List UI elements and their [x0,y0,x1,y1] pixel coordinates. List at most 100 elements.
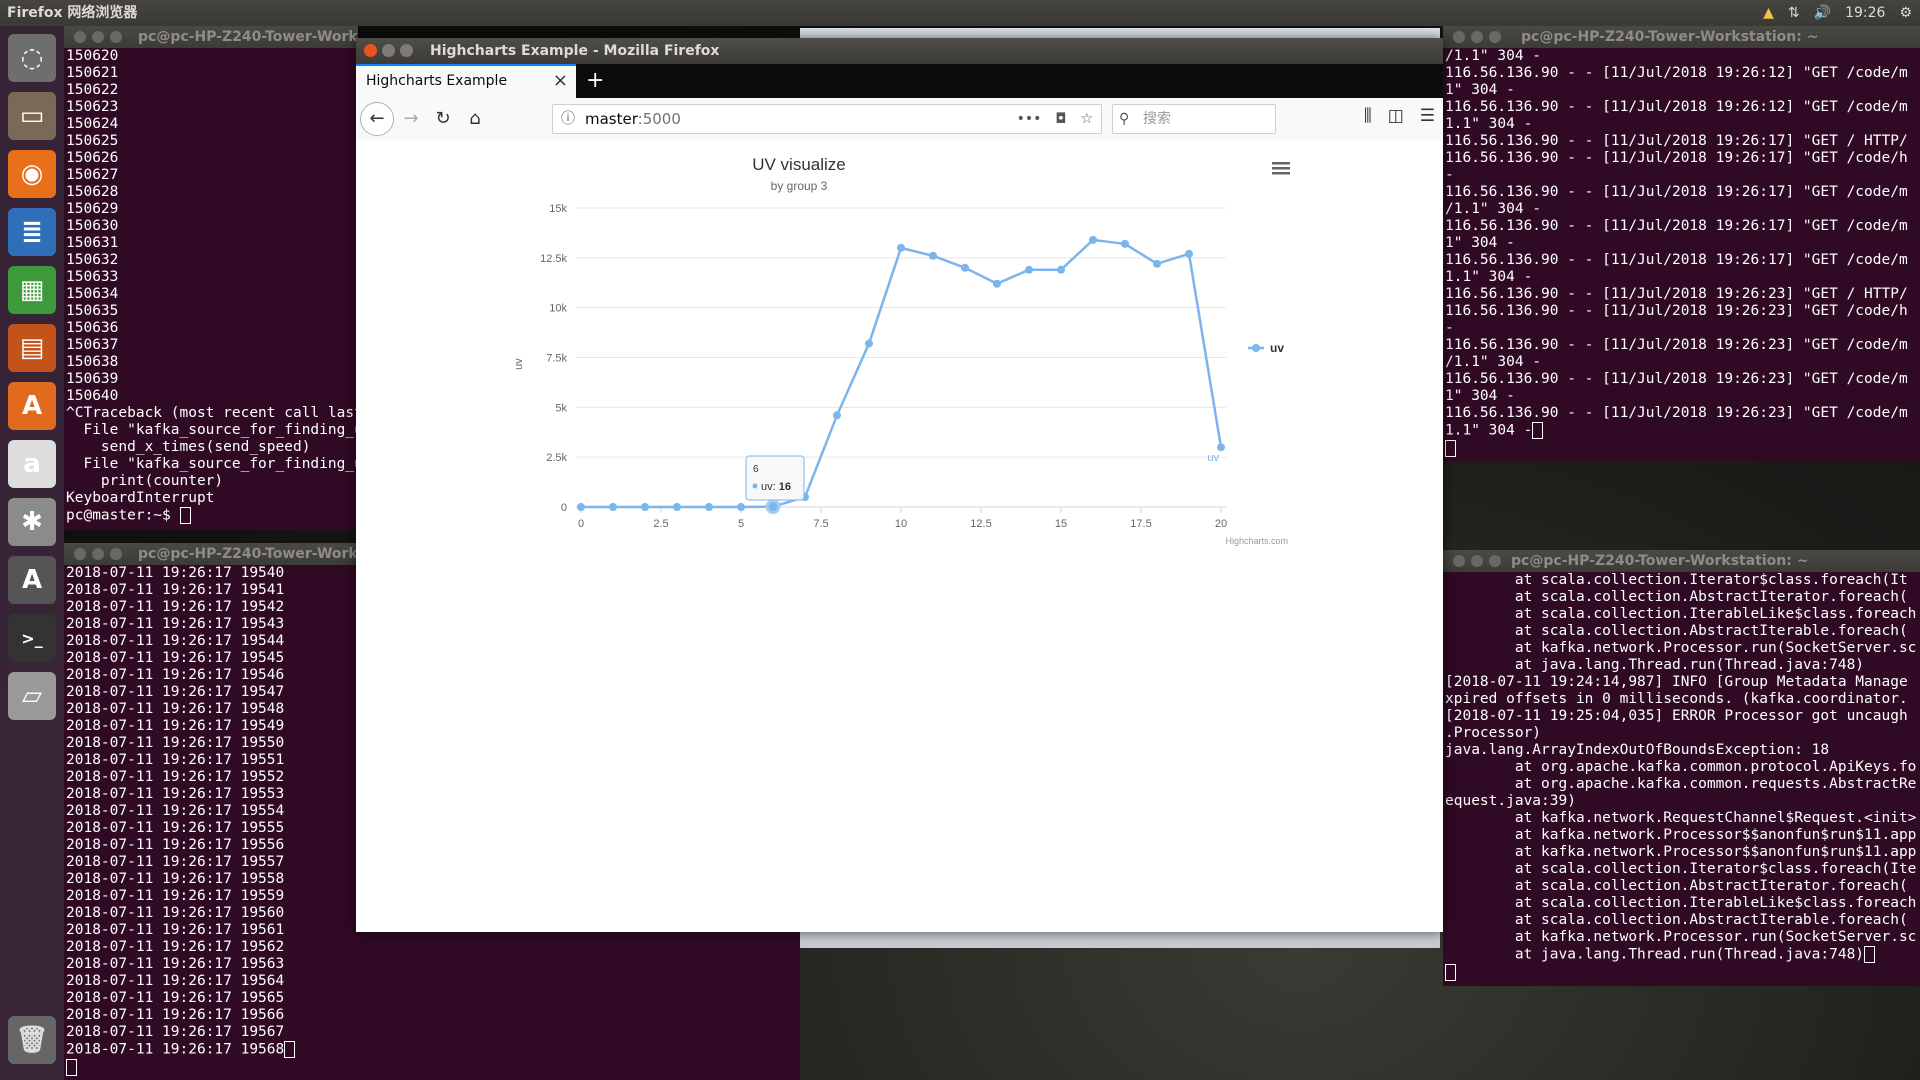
data-point[interactable] [1185,249,1193,258]
reload-icon[interactable]: ↻ [430,106,456,132]
firefox-window[interactable]: Highcharts Example - Mozilla Firefox Hig… [356,38,1443,932]
sidebar-icon[interactable]: ◫ [1388,106,1404,126]
data-point[interactable] [1217,443,1225,452]
terminal-line: equest.java:39) [1445,793,1576,809]
search-bar[interactable]: ⚲ 搜索 [1112,104,1276,134]
amazon-icon[interactable]: a [8,440,56,488]
dash-icon[interactable]: ◌ [8,34,56,82]
close-icon[interactable] [74,548,86,560]
tab-highcharts-example[interactable]: Highcharts Example × [356,64,576,98]
data-point[interactable] [1121,239,1129,248]
back-arrow-icon[interactable]: ← [360,102,394,136]
close-icon[interactable] [1453,555,1465,567]
files-icon[interactable]: ▭ [8,92,56,140]
data-point[interactable] [577,503,585,511]
menu-hamburger-icon[interactable]: ☰ [1420,106,1435,126]
terminal-line: 116.56.136.90 - - [11/Jul/2018 19:26:23]… [1445,405,1908,421]
data-point[interactable] [641,503,649,511]
legend-marker [1252,344,1260,352]
terminal-titlebar[interactable]: pc@pc-HP-Z240-Tower-Workstation: ~ [1443,550,1920,572]
url-bar[interactable]: ⓘ master:5000 ••• ◘ ☆ [552,104,1102,134]
terminal-titlebar[interactable]: pc@pc-HP-Z240-Tower-Workstation: ~ [1443,26,1920,48]
terminal-titlebar[interactable]: pc@pc-HP-Z240-Tower-Workstation: ~ [64,26,358,48]
home-icon[interactable]: ⌂ [462,106,488,132]
info-icon[interactable]: ⓘ [561,105,575,133]
terminal-line: 116.56.136.90 - - [11/Jul/2018 19:26:12]… [1445,99,1908,115]
library-icon[interactable]: ⫼ [1364,106,1372,126]
data-point[interactable] [1025,265,1033,274]
terminal-line: 116.56.136.90 - - [11/Jul/2018 19:26:23]… [1445,371,1908,387]
disks-icon[interactable]: ▱ [8,672,56,720]
settings-icon[interactable]: ✱ [8,498,56,546]
minimize-icon[interactable] [92,31,104,43]
terminal-title: pc@pc-HP-Z240-Tower-Workstation: ~ [1521,29,1819,45]
terminal-output[interactable]: /1.1" 304 -116.56.136.90 - - [11/Jul/201… [1443,48,1920,457]
minimize-icon[interactable] [382,44,395,57]
terminal-window-bottom-right[interactable]: pc@pc-HP-Z240-Tower-Workstation: ~ at sc… [1443,550,1920,986]
settings-gear-icon[interactable]: ⚙ [1899,0,1912,26]
updater-icon[interactable]: A [8,556,56,604]
forward-arrow-icon[interactable]: → [398,106,424,132]
legend[interactable]: uv [1248,341,1284,355]
close-icon[interactable] [74,31,86,43]
data-point[interactable] [833,411,841,420]
data-point[interactable] [737,503,745,511]
data-point[interactable] [961,263,969,272]
new-tab-icon[interactable]: + [586,66,604,96]
bookmark-star-icon[interactable]: ☆ [1080,105,1093,133]
terminal-window-top-left[interactable]: pc@pc-HP-Z240-Tower-Workstation: ~ 15062… [64,26,358,530]
terminal-line: at kafka.network.Processor.run(SocketSer… [1445,929,1917,945]
clock[interactable]: 19:26 [1845,0,1885,26]
chart-gridlines [576,207,1226,508]
data-point[interactable] [929,251,937,260]
page-actions-icon[interactable]: ••• [1017,105,1042,133]
data-point[interactable] [765,499,781,515]
chart-credits[interactable]: Highcharts.com [1225,536,1288,546]
minimize-icon[interactable] [1471,31,1483,43]
data-point[interactable] [1153,259,1161,268]
maximize-icon[interactable] [1489,555,1501,567]
terminal-cursor [1864,946,1876,963]
pocket-icon[interactable]: ◘ [1055,105,1066,133]
legend-item-uv: uv [1270,341,1284,355]
terminal-icon[interactable]: >_ [8,614,56,662]
data-point[interactable] [609,503,617,511]
series-uv-line[interactable] [581,238,1223,509]
firefox-icon[interactable]: ◉ [8,150,56,198]
maximize-icon[interactable] [110,548,122,560]
terminal-output[interactable]: 150620 150621 150622 150623 150624 150625 1506… [64,48,358,525]
calc-icon[interactable]: ▦ [8,266,56,314]
data-point[interactable] [1057,265,1065,274]
y-tick-label: 0 [561,502,567,514]
minimize-icon[interactable] [92,548,104,560]
maximize-icon[interactable] [1489,31,1501,43]
maximize-icon[interactable] [400,44,413,57]
tab-close-icon[interactable]: × [553,66,568,96]
volume-icon[interactable]: 🔊 [1814,0,1831,26]
data-point[interactable] [1089,235,1097,244]
y-axis-label: uv [513,358,525,370]
terminal-line: at kafka.network.Processor.run(SocketSer… [1445,640,1917,656]
data-point[interactable] [705,503,713,511]
terminal-output[interactable]: at scala.collection.Iterator$class.forea… [1443,572,1920,981]
trash-icon[interactable]: 🗑 [8,1016,56,1064]
close-icon[interactable] [364,44,377,57]
minimize-icon[interactable] [1471,555,1483,567]
notification-icon[interactable]: ▲ [1763,0,1774,26]
terminal-line: 150627 [66,167,119,183]
data-point[interactable] [673,503,681,511]
impress-icon[interactable]: ▤ [8,324,56,372]
network-icon[interactable]: ⇅ [1788,0,1800,26]
software-icon[interactable]: A [8,382,56,430]
terminal-line: 116.56.136.90 - - [11/Jul/2018 19:26:12]… [1445,65,1908,81]
data-point[interactable] [897,243,905,252]
close-icon[interactable] [1453,31,1465,43]
chart-menu-icon[interactable] [1272,162,1290,175]
terminal-line: at kafka.network.Processor$$anonfun$run$… [1445,827,1917,843]
data-point[interactable] [993,279,1001,288]
firefox-titlebar[interactable]: Highcharts Example - Mozilla Firefox [356,38,1443,64]
terminal-window-top-right[interactable]: pc@pc-HP-Z240-Tower-Workstation: ~ /1.1"… [1443,26,1920,461]
data-point[interactable] [865,339,873,348]
maximize-icon[interactable] [110,31,122,43]
writer-icon[interactable]: ≣ [8,208,56,256]
